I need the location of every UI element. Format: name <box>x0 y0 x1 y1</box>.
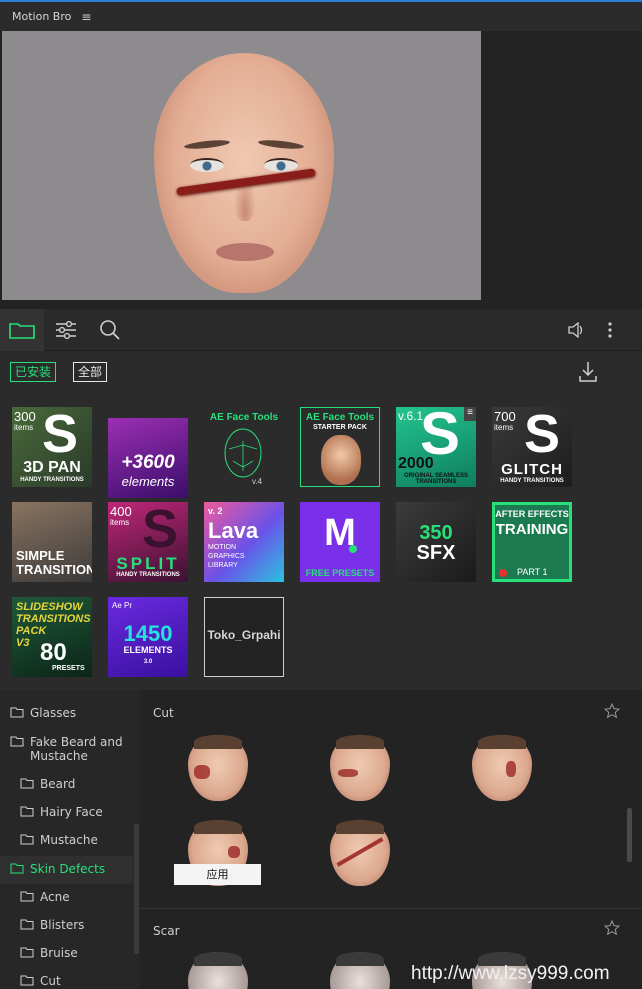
face-mesh-icon <box>224 428 262 478</box>
pack-ae-training[interactable]: AFTER EFFECTS TRAINING PART 1 <box>492 502 572 582</box>
folder-icon <box>10 707 24 718</box>
sidebar-item-skin-defects[interactable]: Skin Defects <box>0 856 133 884</box>
left-eyebrow <box>183 138 231 151</box>
category-sidebar: Glasses Fake Beard and Mustache Beard Ha… <box>0 690 140 989</box>
title-bar: Motion Bro ≡ <box>0 0 642 31</box>
sidebar-item-cut[interactable]: Cut <box>0 974 133 988</box>
folder-icon <box>20 834 34 845</box>
sidebar-item-beard[interactable]: Beard <box>0 777 133 791</box>
right-eye <box>264 158 298 172</box>
effects-content: Cut Scar <box>140 690 642 989</box>
sidebar-scrollbar[interactable] <box>134 824 139 954</box>
preview-area <box>0 31 642 301</box>
download-icon[interactable] <box>578 361 598 383</box>
effect-thumb-cut-2[interactable] <box>330 735 390 801</box>
pack-glitch[interactable]: 700 items S GLITCH HANDY TRANSITIONS <box>492 407 572 487</box>
pack-split[interactable]: 400 items S SPLIT HANDY TRANSITIONS <box>108 502 188 582</box>
section-title-scar: Scar <box>153 924 180 938</box>
sidebar-item-fake-beard[interactable]: Fake Beard and Mustache <box>0 735 133 763</box>
preview-image <box>2 31 481 300</box>
effect-thumb-cut-1[interactable] <box>188 735 248 801</box>
pack-ae-face-tools-starter[interactable]: AE Face Tools STARTER PACK <box>300 407 380 487</box>
search-icon <box>100 320 120 340</box>
face-preview <box>154 53 334 293</box>
tab-toolbar <box>0 309 642 351</box>
star-icon[interactable] <box>604 703 620 718</box>
watermark: http://www.lzsy999.com <box>411 963 610 984</box>
pack-350-sfx[interactable]: 350 SFX <box>396 502 476 582</box>
installed-filter-button[interactable]: 已安装 <box>10 362 57 382</box>
all-filter-button[interactable]: 全部 <box>73 362 108 382</box>
sidebar-item-acne[interactable]: Acne <box>0 890 133 904</box>
folder-icon <box>10 863 24 874</box>
right-eyebrow <box>257 138 305 151</box>
pack-slideshow-transitions[interactable]: SLIDESHOW TRANSITIONS PACK V3 80 PRESETS <box>12 597 92 677</box>
starter-face-thumbnail <box>321 435 361 485</box>
sliders-icon <box>56 320 76 340</box>
pack-free-presets[interactable]: M FREE PRESETS <box>300 502 380 582</box>
pack-lava[interactable]: v. 2 Lava MOTION GRAPHICS LIBRARY <box>204 502 284 582</box>
pack-library: 300 items S 3D PAN HANDY TRANSITIONS +36… <box>0 393 642 690</box>
effect-thumb-cut-5[interactable] <box>330 820 390 886</box>
window-title: Motion Bro <box>12 10 72 23</box>
effect-thumb-scar-2[interactable] <box>330 952 390 989</box>
folder-icon <box>20 806 34 817</box>
star-icon[interactable] <box>604 920 620 935</box>
more-button[interactable] <box>588 309 632 351</box>
folder-icon <box>9 323 35 339</box>
filter-bar: 已安装 全部 <box>0 351 642 393</box>
sidebar-item-hairy-face[interactable]: Hairy Face <box>0 805 133 819</box>
speaker-icon <box>568 322 583 338</box>
pack-ae-face-tools[interactable]: AE Face Tools v.4 <box>204 407 284 487</box>
folder-icon <box>20 778 34 789</box>
record-dot <box>499 569 507 577</box>
tab-settings[interactable] <box>44 309 88 351</box>
pack-seamless-transitions[interactable]: v.6.1 ≡ S 2000 ORIGINAL SEAMLESS TRANSIT… <box>396 407 476 487</box>
sidebar-item-glasses[interactable]: Glasses <box>0 706 133 720</box>
folder-icon <box>20 891 34 902</box>
sidebar-item-mustache[interactable]: Mustache <box>0 833 133 847</box>
lips <box>216 243 274 261</box>
tab-search[interactable] <box>88 309 132 351</box>
effect-thumb-cut-3[interactable] <box>472 735 532 801</box>
folder-icon <box>10 736 24 747</box>
section-divider <box>140 908 642 909</box>
pack-1450-elements[interactable]: Ae Pr 1450 ELEMENTS 3.0 <box>108 597 188 677</box>
pack-3d-pan[interactable]: 300 items S 3D PAN HANDY TRANSITIONS <box>12 407 92 487</box>
hamburger-menu-icon[interactable]: ≡ <box>81 10 91 24</box>
pack-3600-elements[interactable]: +3600 elements <box>108 418 188 498</box>
left-eye <box>190 158 224 172</box>
pack-simple-transitions[interactable]: SIMPLE TRANSITIONS <box>12 502 92 582</box>
apply-button[interactable]: 应用 <box>174 864 261 885</box>
sidebar-item-bruise[interactable]: Bruise <box>0 946 133 960</box>
sidebar-item-blisters[interactable]: Blisters <box>0 918 133 932</box>
section-title-cut: Cut <box>153 706 174 720</box>
effects-browser: Glasses Fake Beard and Mustache Beard Ha… <box>0 690 642 989</box>
effect-thumb-scar-1[interactable] <box>188 952 248 989</box>
pack-toko-grpahi[interactable]: Toko_Grpahi <box>204 597 284 677</box>
folder-icon <box>20 919 34 930</box>
accent-dot <box>349 545 357 553</box>
tab-folder[interactable] <box>0 309 44 351</box>
folder-icon <box>20 975 34 986</box>
more-vertical-icon <box>608 322 612 338</box>
content-scrollbar[interactable] <box>627 808 632 862</box>
folder-icon <box>20 947 34 958</box>
